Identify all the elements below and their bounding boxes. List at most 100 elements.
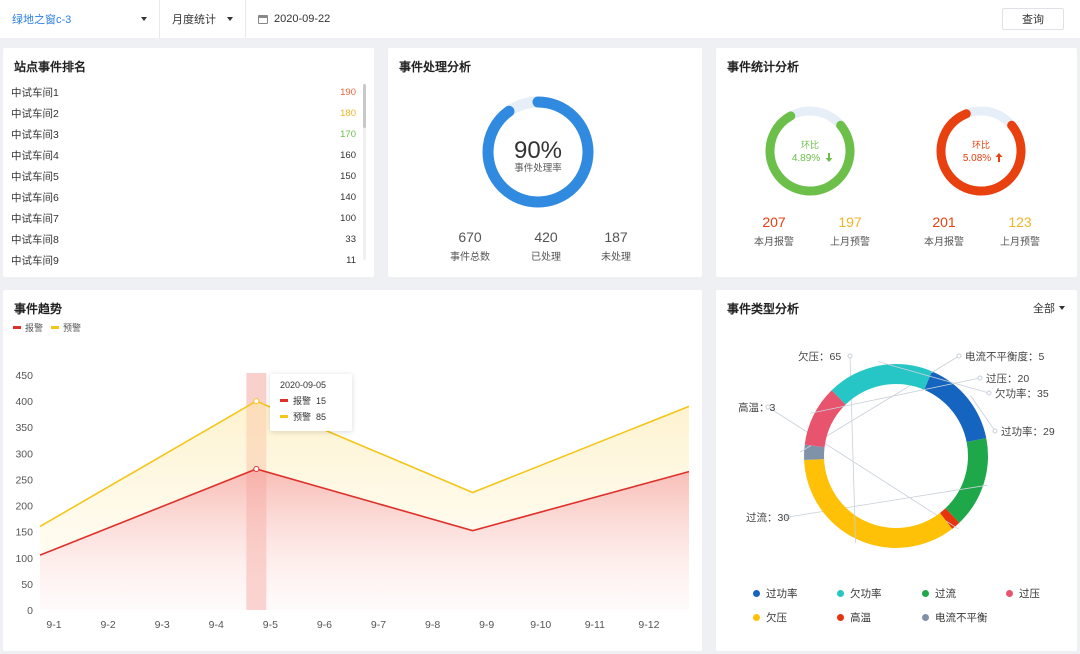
- y-tick-label: 250: [15, 474, 33, 486]
- ranking-name: 中试车间1: [11, 87, 59, 99]
- ranking-name: 中试车间4: [11, 150, 59, 162]
- y-tick-label: 100: [15, 553, 33, 565]
- stat-label: 未处理: [601, 252, 631, 263]
- alarm-point[interactable]: [253, 466, 260, 472]
- legend-label: 欠功率: [850, 588, 882, 600]
- chart-tooltip: 2020-09-05 报警 15 预警 85: [270, 374, 352, 431]
- donut-slice[interactable]: [804, 459, 953, 548]
- donut-legend-item[interactable]: 过功率: [753, 586, 798, 601]
- chevron-down-icon: [227, 17, 233, 21]
- ranking-value: 180: [340, 108, 356, 119]
- leader-dot: [977, 375, 983, 381]
- donut-legend-item[interactable]: 欠功率: [837, 586, 882, 601]
- ranking-value: 150: [340, 171, 356, 182]
- donut-slice[interactable]: [924, 371, 987, 443]
- x-tick-label: 9-2: [100, 619, 115, 631]
- ranking-row[interactable]: 中试车间5 150: [11, 166, 356, 187]
- ranking-row[interactable]: 中试车间7 100: [11, 208, 356, 229]
- date-picker[interactable]: 2020-09-22: [246, 0, 342, 38]
- donut-legend-item[interactable]: 欠压: [753, 610, 787, 625]
- ranking-value: 100: [340, 213, 356, 224]
- ranking-value: 11: [346, 255, 356, 266]
- y-tick-label: 50: [21, 579, 33, 591]
- card-title: 站点事件排名: [14, 60, 87, 74]
- x-tick-label: 9-11: [585, 619, 605, 631]
- ranking-row[interactable]: 中试车间2 180: [11, 103, 356, 124]
- ranking-value: 170: [340, 129, 356, 140]
- ranking-row[interactable]: 中试车间4 160: [11, 145, 356, 166]
- donut-slice[interactable]: [804, 444, 825, 461]
- donut-legend-item[interactable]: 高温: [837, 610, 871, 625]
- period-select-value: 月度统计: [172, 14, 216, 26]
- tooltip-series: 预警: [293, 412, 312, 422]
- x-tick-label: 9-12: [638, 619, 659, 631]
- donut-slice[interactable]: [945, 438, 988, 523]
- tooltip-series: 报警: [293, 396, 312, 406]
- arrow-down-icon: [825, 153, 833, 162]
- ranking-name: 中试车间8: [11, 234, 59, 246]
- leader-dot: [992, 428, 998, 434]
- slice-label: 过流：30: [746, 511, 789, 524]
- trend-chart: 0 50 100 150 200 250 300 350 400 450 9-1 9-2 9-3 9-4 9…: [15, 370, 690, 631]
- y-tick-label: 350: [15, 422, 33, 434]
- tooltip-value: 15: [316, 395, 327, 406]
- gauge-label: 环比: [801, 139, 819, 150]
- arrow-up-icon: [995, 153, 1003, 162]
- x-tick-label: 9-9: [479, 619, 494, 631]
- gauge-value: 5.08%: [963, 153, 991, 164]
- ranking-row[interactable]: 中试车间9 11: [11, 250, 356, 271]
- event-type-card: 事件类型分析 全部 过功率：29 过流：30 高温：3 欠压：65 电流不平衡度：5 过压…: [716, 290, 1077, 651]
- ranking-name: 中试车间6: [11, 192, 59, 204]
- top-filter-bar: 绿地之窗c-3 月度统计 2020-09-22 查询: [0, 0, 1080, 38]
- query-button[interactable]: 查询: [1002, 8, 1064, 30]
- stat-unprocessed: 187 未处理: [571, 229, 661, 263]
- x-tick-label: 9-7: [371, 619, 386, 631]
- leader-dot: [956, 353, 962, 359]
- legend-dot: [922, 590, 929, 597]
- slice-label: 电流不平衡度：5: [965, 350, 1044, 363]
- legend-label: 过流: [935, 588, 956, 600]
- gauge-stat-b: 197 上月预警: [805, 214, 895, 248]
- slice-label: 高温：3: [738, 401, 775, 414]
- y-tick-label: 300: [15, 448, 33, 460]
- ranking-row[interactable]: 中试车间6 140: [11, 187, 356, 208]
- stat-value: 123: [1008, 214, 1032, 230]
- date-value: 2020-09-22: [274, 13, 331, 25]
- scrollbar-thumb[interactable]: [363, 84, 366, 128]
- legend-dot: [1006, 590, 1013, 597]
- slice-label: 过功率：29: [1001, 425, 1055, 438]
- stat-value: 197: [838, 214, 862, 230]
- tooltip-swatch: [280, 415, 288, 418]
- x-tick-label: 9-4: [209, 619, 224, 631]
- gauge-stat-b: 123 上月预警: [975, 214, 1065, 248]
- ranking-row[interactable]: 中试车间3 170: [11, 124, 356, 145]
- donut-legend-item[interactable]: 过压: [1006, 586, 1040, 601]
- ranking-name: 中试车间3: [11, 129, 59, 141]
- x-tick-label: 9-5: [263, 619, 278, 631]
- leader-dot: [986, 390, 992, 396]
- donut-slice[interactable]: [804, 390, 846, 448]
- ranking-row[interactable]: 中试车间1 190: [11, 82, 356, 103]
- gauge-label: 环比: [972, 139, 990, 150]
- site-select[interactable]: 绿地之窗c-3: [0, 0, 160, 38]
- handling-analysis-card: 事件处理分析 90% 事件处理率 670 事件总数 420 已处理 187 未处…: [388, 48, 702, 277]
- ranking-scrollbar[interactable]: [363, 84, 366, 260]
- site-ranking-card: 站点事件排名 中试车间1 190 中试车间2 180 中试车间3 170 中试车间4 160 中…: [3, 48, 374, 277]
- chevron-down-icon: [141, 17, 147, 21]
- x-tick-label: 9-8: [425, 619, 440, 631]
- period-select[interactable]: 月度统计: [160, 0, 246, 38]
- warning-point[interactable]: [253, 398, 260, 405]
- donut-legend-item[interactable]: 电流不平衡: [922, 610, 988, 625]
- x-tick-label: 9-3: [155, 619, 170, 631]
- y-tick-label: 150: [15, 527, 33, 539]
- stat-value: 187: [604, 229, 628, 245]
- slice-label: 欠功率：35: [995, 387, 1049, 400]
- y-tick-label: 0: [27, 605, 33, 617]
- donut-legend-item[interactable]: 过流: [922, 586, 956, 601]
- x-tick-label: 9-6: [317, 619, 332, 631]
- ranking-row[interactable]: 中试车间8 33: [11, 229, 356, 250]
- handling-rate-label: 事件处理率: [514, 162, 562, 174]
- ranking-value: 160: [340, 150, 356, 161]
- leader-line: [767, 406, 959, 530]
- tooltip-row: 预警 85: [280, 410, 342, 423]
